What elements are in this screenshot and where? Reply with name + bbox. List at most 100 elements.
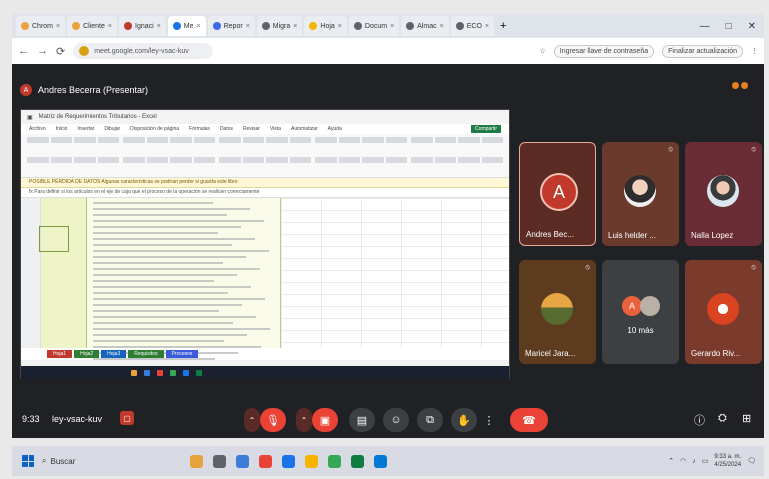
tab-close-icon[interactable]: × [338,23,342,30]
tab-label: Hoja [320,22,335,30]
taskbar-app-icon[interactable] [213,454,226,468]
tab-close-icon[interactable]: × [485,23,489,30]
update-chip[interactable]: Finalizar actualización [662,44,743,58]
tab-label: Me [183,22,194,30]
excel-cell-text [93,208,250,210]
more-options-icon[interactable]: ⋮ [481,408,497,432]
avatar [707,293,739,325]
excel-cell-text [93,328,270,330]
taskbar-app-icon[interactable] [190,454,203,468]
url-field[interactable]: meet.google.com/ley-vsac-kuv [73,43,214,59]
tab-favicon-icon [124,22,132,30]
tab-close-icon[interactable]: × [440,23,444,30]
tab-label: Docum [364,22,388,30]
present-button[interactable]: ⧉ [417,408,443,432]
participant-tile-maricel[interactable]: ⦸ Maricel Jara... [519,260,596,364]
taskbar-app-icon[interactable] [305,454,318,468]
windows-start-icon[interactable] [22,455,34,467]
participants-badge-icon[interactable] [732,82,750,96]
minimize-icon[interactable]: — [700,21,710,32]
participant-name: Luis helder ... [608,231,657,240]
camera-off-button[interactable]: ▣ [312,408,338,432]
browser-tab[interactable]: Cliente × [67,16,117,36]
taskbar-app-icon[interactable] [351,454,364,468]
excel-cell-text [93,322,233,324]
activities-icon[interactable]: ⊞ [742,412,751,425]
excel-cell-text [93,262,223,264]
mic-off-button[interactable]: 🎙 [260,408,286,432]
excel-menu-item: Inicio [55,126,68,132]
browser-tab[interactable]: Almac × [401,16,449,36]
taskbar-search[interactable]: ⌕ Buscar [42,456,162,466]
browser-tab[interactable]: Ignaci × [119,16,166,36]
browser-tab[interactable]: Hoja × [304,16,347,36]
meeting-details-icon[interactable]: ▢ [120,411,134,425]
close-window-icon[interactable]: ✕ [748,21,756,32]
tab-close-icon[interactable]: × [246,23,250,30]
excel-menu-item: Vista [269,126,281,132]
excel-cell-text [93,256,246,258]
avatar: A [540,173,578,211]
tray-clock[interactable]: 9:33 a. m. 4/25/2024 [714,453,741,469]
excel-cell-text [93,298,265,300]
excel-cell-text [93,244,232,246]
browser-tab[interactable]: Repor × [207,16,255,36]
tab-close-icon[interactable]: × [293,23,297,30]
tab-close-icon[interactable]: × [108,23,112,30]
end-call-button[interactable]: ☎ [510,408,548,432]
participant-name: Andres Bec... [526,230,575,239]
notifications-icon[interactable]: 🗨 [747,457,756,465]
captions-button[interactable]: ▤ [349,408,375,432]
excel-ribbon [21,134,509,178]
browser-tab[interactable]: Docum × [348,16,400,36]
tab-close-icon[interactable]: × [390,23,394,30]
people-icon[interactable]: ⛭ [718,412,727,425]
tab-close-icon[interactable]: × [197,23,201,30]
participant-tile-nalla[interactable]: ⦸ Nalla Lopez [685,142,762,246]
tab-close-icon[interactable]: × [157,23,161,30]
mic-options-chevron-icon[interactable]: ⌃ [244,408,260,432]
back-arrow-icon[interactable]: ← [18,45,29,57]
tab-label: ECO [466,22,482,30]
excel-cell-text [93,310,219,312]
tab-close-icon[interactable]: × [56,23,60,30]
excel-menu-item: Archivo [29,126,46,132]
participant-tile-gerardo[interactable]: ⦸ Gerardo Riv... [685,260,762,364]
new-tab-button[interactable]: + [496,20,510,32]
taskbar-app-icon[interactable] [236,454,249,468]
speaker-icon[interactable]: ♪ [692,458,696,465]
wifi-icon[interactable]: ◠ [680,457,686,465]
taskbar-apps [190,454,387,468]
reload-icon[interactable]: ⟳ [56,45,65,58]
tray-chevron-icon[interactable]: ⌃ [668,457,674,465]
tab-favicon-icon [406,22,415,30]
emoji-button[interactable]: ☺ [383,408,409,432]
bookmark-star-icon[interactable]: ☆ [540,47,546,55]
browser-tab[interactable]: Chrom × [16,16,66,36]
camera-options-chevron-icon[interactable]: ⌃ [296,408,312,432]
info-icon[interactable]: ⓘ [694,412,705,428]
presenter-label: A Andres Becerra (Presentar) [20,84,148,96]
participant-tile-luis[interactable]: ⦸ Luis helder ... [602,142,679,246]
browser-tab[interactable]: Me × [167,16,206,36]
taskbar-app-icon[interactable] [282,454,295,468]
taskbar-app-icon[interactable] [328,454,341,468]
taskbar-app-icon[interactable] [259,454,272,468]
excel-menu: Archivo Inicio Insertar Dibujar Disposición … [21,124,509,134]
browser-tab[interactable]: ECO × [450,16,494,36]
maximize-icon[interactable]: □ [726,21,732,32]
taskbar-app-icon[interactable] [374,454,387,468]
excel-autosave-icon: ▣ [27,114,33,121]
passkey-chip[interactable]: Ingresar llave de contraseña [553,44,655,58]
battery-icon[interactable]: ▭ [702,457,709,465]
excel-cell-text [93,202,213,204]
forward-arrow-icon[interactable]: → [37,45,48,57]
menu-kebab-icon[interactable]: ⋮ [751,47,758,55]
participant-tile-andres[interactable]: A Andres Bec... [519,142,596,246]
meeting-time: 9:33 [22,414,40,424]
avatar [707,175,739,207]
participant-tile-more[interactable]: A 10 más [602,260,679,364]
screenshot-frame: Chrom × Cliente × Ignaci × Me × Repor × Migra × Hoja… [0,0,769,479]
browser-tab[interactable]: Migra × [256,16,303,36]
raise-hand-button[interactable]: ✋ [451,408,477,432]
